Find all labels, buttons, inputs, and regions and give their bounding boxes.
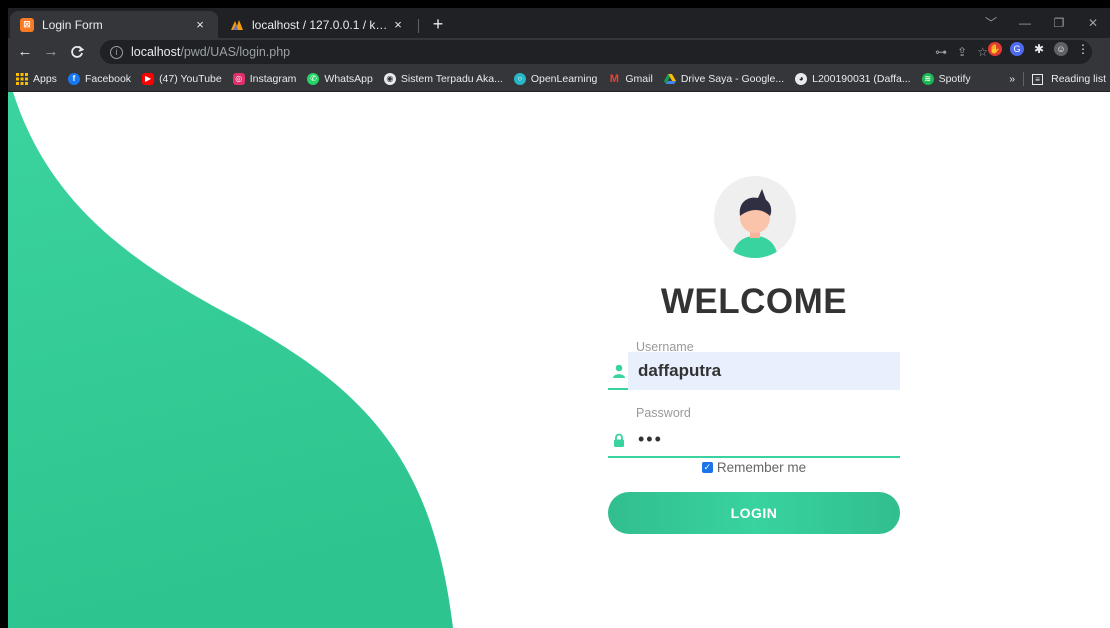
lock-icon (614, 433, 624, 447)
login-button[interactable]: LOGIN (608, 492, 900, 534)
bookmark-spotify[interactable]: ≋ Spotify (921, 72, 971, 85)
youtube-icon: ▶ (142, 72, 155, 85)
bookmark-apps[interactable]: Apps (16, 72, 57, 85)
bookmark-sistem-terpadu[interactable]: ◉ Sistem Terpadu Aka... (383, 72, 503, 85)
bookmark-instagram[interactable]: ◎ Instagram (232, 72, 297, 85)
remember-me-checkbox[interactable]: ✓ (701, 462, 713, 473)
background-wave (8, 92, 453, 628)
reading-list-icon: ≡ (1032, 73, 1044, 85)
extension-icon[interactable]: G (1010, 42, 1024, 56)
password-field: Password ••• (608, 406, 900, 458)
tab-title: localhost / 127.0.0.1 / kesehatan_ (252, 17, 390, 32)
login-page: WELCOME Username daffaputra Password •••… (8, 92, 1110, 628)
tab-close-icon[interactable]: × (192, 17, 208, 32)
password-input[interactable]: ••• (628, 422, 900, 456)
bookmark-youtube[interactable]: ▶ (47) YouTube (142, 72, 222, 85)
bookmark-label: Instagram (249, 72, 297, 85)
site-info-icon[interactable]: i (110, 45, 123, 59)
bookmark-openlearning[interactable]: ○ OpenLearning (513, 72, 598, 85)
facebook-icon: f (67, 72, 80, 85)
url-path: /pwd/UAS/login.php (180, 45, 291, 59)
tab-close-icon[interactable]: × (390, 17, 406, 32)
bookmark-label: Sistem Terpadu Aka... (400, 72, 503, 85)
tab-phpmyadmin[interactable]: localhost / 127.0.0.1 / kesehatan_ × (220, 11, 416, 38)
reload-icon (71, 45, 85, 58)
username-input[interactable]: daffaputra (628, 352, 900, 390)
bookmark-label: Drive Saya - Google... (680, 72, 785, 85)
whatsapp-icon: ✆ (307, 72, 320, 85)
forward-button[interactable]: → (40, 40, 62, 64)
username-field: Username daffaputra (608, 340, 900, 390)
spotify-icon: ≋ (921, 72, 934, 85)
bookmark-label: Gmail (625, 72, 653, 85)
welcome-heading: WELCOME (660, 282, 848, 321)
restore-button[interactable]: ❐ (1042, 12, 1076, 34)
more-bookmarks-button[interactable]: » (1009, 73, 1015, 85)
user-avatar-icon (732, 189, 778, 258)
puzzle-icon[interactable]: ✱ (1032, 42, 1046, 56)
apps-icon (16, 72, 28, 85)
address-bar[interactable]: i localhost /pwd/UAS/login.php ⊶ ⇪ ☆ (100, 40, 1092, 64)
password-label: Password (636, 406, 691, 420)
reload-button[interactable] (66, 40, 88, 64)
share-icon[interactable]: ⇪ (957, 45, 967, 59)
menu-kebab-icon[interactable]: ⋮ (1076, 42, 1090, 56)
bookmark-gmail[interactable]: M Gmail (608, 72, 653, 85)
tab-login-form[interactable]: ⊠ Login Form × (10, 11, 218, 38)
bookmark-facebook[interactable]: f Facebook (67, 72, 132, 85)
openlearning-icon: ○ (513, 72, 526, 85)
bookmark-label: OpenLearning (530, 72, 598, 85)
reading-list-button[interactable]: Reading list (1051, 73, 1106, 85)
tab-separator (418, 19, 419, 33)
instagram-icon: ◎ (232, 72, 245, 85)
extensions-area: ✋ G ✱ ☺ ⋮ (988, 42, 1090, 56)
key-icon[interactable]: ⊶ (935, 45, 947, 59)
bookmark-label: Facebook (84, 72, 132, 85)
avatar (714, 176, 796, 258)
bookmark-divider (1023, 72, 1025, 86)
url-host: localhost (131, 45, 181, 59)
bookmarks-bar: Apps f Facebook ▶ (47) YouTube ◎ Instagr… (8, 66, 1110, 92)
tab-strip: ⊠ Login Form × localhost / 127.0.0.1 / k… (8, 8, 1110, 38)
bookmark-drive[interactable]: Drive Saya - Google... (663, 72, 785, 85)
xampp-icon: ⊠ (20, 17, 34, 32)
phpmyadmin-icon (230, 18, 244, 32)
tab-title: Login Form (42, 17, 103, 32)
new-tab-button[interactable]: + (426, 13, 450, 35)
bookmark-label: (47) YouTube (159, 72, 222, 85)
globe-icon: ◉ (383, 72, 396, 85)
gmail-icon: M (609, 72, 619, 85)
bookmark-label: L200190031 (Daffa... (812, 72, 911, 85)
browser-toolbar: ← → i localhost /pwd/UAS/login.php ⊶ ⇪ ☆… (8, 38, 1110, 66)
back-button[interactable]: ← (14, 40, 36, 64)
bookmark-star-icon[interactable]: ☆ (977, 45, 988, 59)
tab-search-icon[interactable]: ﹀ (974, 12, 1008, 34)
user-icon (613, 364, 625, 378)
remember-me-label[interactable]: Remember me (717, 460, 806, 475)
close-window-button[interactable]: ✕ (1076, 12, 1110, 34)
bookmark-label: WhatsApp (324, 72, 373, 85)
omnibox-actions: ⊶ ⇪ ☆ (935, 40, 988, 64)
drive-icon (663, 73, 676, 85)
adblock-icon[interactable]: ✋ (988, 42, 1002, 56)
bookmark-label: Spotify (938, 72, 971, 85)
bookmark-label: Apps (33, 72, 57, 85)
profile-avatar-icon[interactable]: ☺ (1054, 42, 1068, 56)
remember-me: ✓ Remember me (608, 460, 900, 475)
bookmark-github[interactable]: ◕ L200190031 (Daffa... (795, 72, 911, 85)
minimize-button[interactable]: — (1008, 12, 1042, 34)
github-icon: ◕ (795, 72, 808, 85)
bookmark-whatsapp[interactable]: ✆ WhatsApp (307, 72, 373, 85)
bookmarks-right: » ≡ Reading list (1009, 66, 1106, 91)
